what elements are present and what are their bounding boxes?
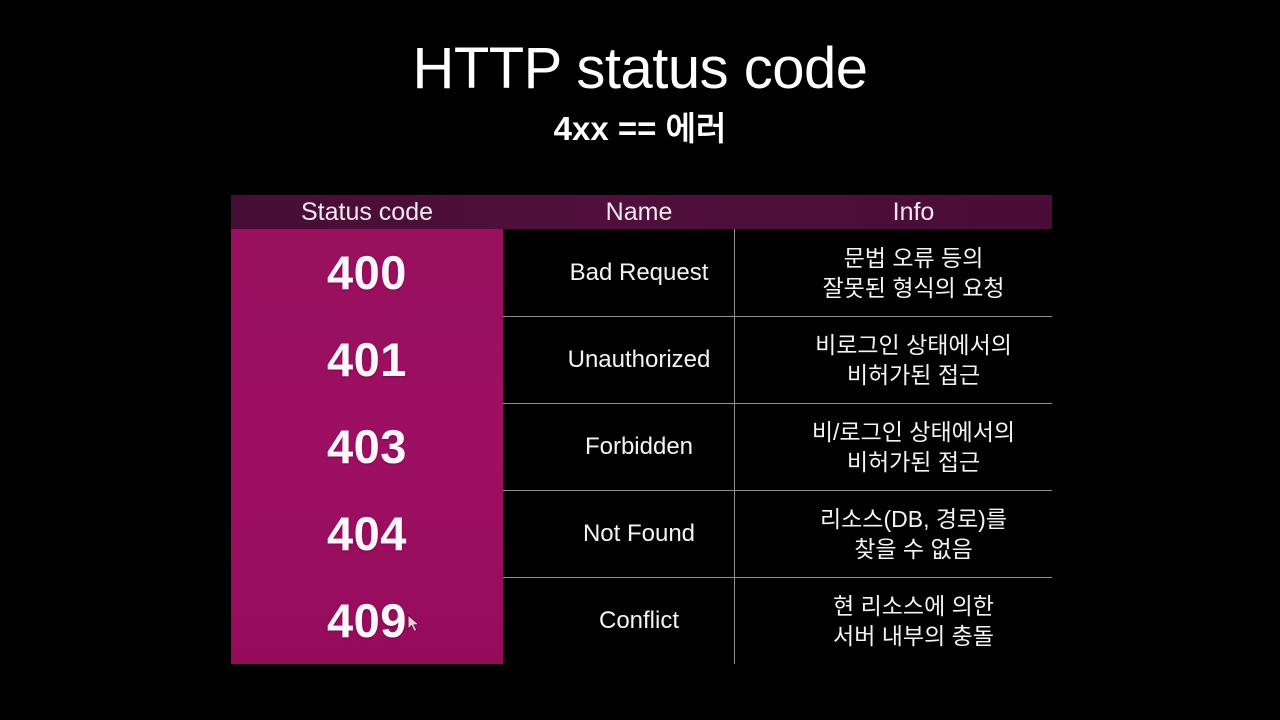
table-cell-status-code: 400 (231, 229, 503, 316)
column-divider (734, 229, 735, 664)
table-row: Bad Request 문법 오류 등의 잘못된 형식의 요청 (503, 229, 1052, 316)
column-header-info: Info (892, 198, 935, 226)
table-cell-status-code: 409 (231, 577, 503, 664)
status-info-value: 리소스(DB, 경로)를 찾을 수 없음 (819, 506, 1007, 562)
table-header-row: Status code Name Info (231, 195, 1052, 229)
table-row: Forbidden 비/로그인 상태에서의 비허가된 접근 (503, 403, 1052, 490)
table-row: Conflict 현 리소스에 의한 서버 내부의 충돌 (503, 577, 1052, 664)
status-code-value: 400 (327, 245, 407, 299)
status-info-value: 현 리소스에 의한 서버 내부의 충돌 (833, 593, 994, 649)
page-subtitle: 4xx == 에러 (553, 110, 727, 147)
status-code-value: 409 (327, 593, 407, 647)
table-cell-info: 비/로그인 상태에서의 비허가된 접근 (775, 404, 1052, 490)
column-header-name: Name (605, 198, 673, 226)
status-name-value: Forbidden (584, 433, 694, 460)
table-cell-status-code: 403 (231, 403, 503, 490)
status-info-value: 비로그인 상태에서의 비허가된 접근 (815, 332, 1012, 388)
status-code-table: Status code Name Info 400 401 403 404 40… (231, 195, 1052, 664)
status-code-column: 400 401 403 404 409 (231, 229, 503, 664)
table-row: Unauthorized 비로그인 상태에서의 비허가된 접근 (503, 316, 1052, 403)
table-cell-info: 비로그인 상태에서의 비허가된 접근 (775, 317, 1052, 403)
table-cell-status-code: 404 (231, 490, 503, 577)
status-code-value: 401 (327, 332, 407, 386)
slide-canvas: HTTP status code 4xx == 에러 Status code N… (0, 0, 1280, 720)
status-code-value: 403 (327, 419, 407, 473)
table-body: 400 401 403 404 409 Bad Request 문법 오류 등의… (231, 229, 1052, 664)
column-header-status-code: Status code (300, 198, 434, 226)
status-name-value: Bad Request (569, 258, 709, 286)
status-code-value: 404 (327, 506, 407, 560)
status-info-value: 문법 오류 등의 잘못된 형식의 요청 (822, 244, 1005, 301)
status-name-value: Conflict (598, 607, 680, 634)
title-block: HTTP status code 4xx == 에러 (0, 38, 1280, 148)
table-cell-status-code: 401 (231, 316, 503, 403)
table-cell-info: 문법 오류 등의 잘못된 형식의 요청 (775, 229, 1052, 316)
name-info-columns: Bad Request 문법 오류 등의 잘못된 형식의 요청 Unauthor… (503, 229, 1052, 664)
table-row: Not Found 리소스(DB, 경로)를 찾을 수 없음 (503, 490, 1052, 577)
status-name-value: Unauthorized (567, 346, 711, 373)
status-info-value: 비/로그인 상태에서의 비허가된 접근 (811, 419, 1016, 475)
status-name-value: Not Found (582, 520, 696, 547)
page-title: HTTP status code (412, 36, 868, 101)
table-cell-info: 리소스(DB, 경로)를 찾을 수 없음 (775, 491, 1052, 577)
table-cell-info: 현 리소스에 의한 서버 내부의 충돌 (775, 578, 1052, 664)
